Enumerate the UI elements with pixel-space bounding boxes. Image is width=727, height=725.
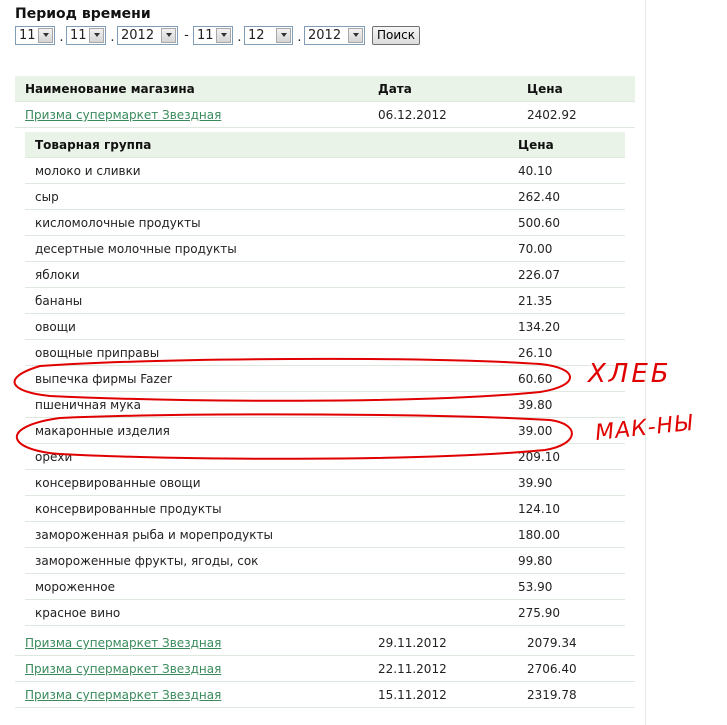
item-group: овощи — [35, 320, 76, 334]
receipt-total: 2319.78 — [527, 688, 577, 702]
chevron-down-icon[interactable] — [216, 27, 231, 43]
item-price: 39.90 — [518, 476, 553, 490]
from-day-select[interactable]: 11 — [15, 25, 55, 45]
receipt-details-table: Товарная группа Цена молоко и сливки 40.1… — [25, 132, 625, 626]
item-price: 21.35 — [518, 294, 553, 308]
shops-table-header: Наименование магазина Дата Цена — [15, 76, 635, 102]
table-row: Призма супермаркет Звездная 22.11.2012 2… — [15, 656, 635, 682]
item-group: орехи — [35, 450, 73, 464]
list-item: орехи 209.10 — [25, 444, 625, 470]
list-item: замороженная рыба и морепродукты 180.00 — [25, 522, 625, 548]
list-item: консервированные продукты 124.10 — [25, 496, 625, 522]
item-price: 124.10 — [518, 502, 560, 516]
list-item: замороженные фрукты, ягоды, сок 99.80 — [25, 548, 625, 574]
item-price: 40.10 — [518, 164, 553, 178]
item-price: 180.00 — [518, 528, 560, 542]
list-item: консервированные овощи 39.90 — [25, 470, 625, 496]
item-group: консервированные продукты — [35, 502, 222, 516]
chevron-down-icon[interactable] — [38, 27, 53, 43]
item-group: мороженное — [35, 580, 115, 594]
column-header-price: Цена — [527, 82, 563, 96]
chevron-down-icon[interactable] — [89, 27, 104, 43]
search-button[interactable]: Поиск — [372, 25, 421, 45]
item-price: 275.90 — [518, 606, 560, 620]
shop-link[interactable]: Призма супермаркет Звездная — [25, 688, 221, 702]
receipt-total: 2706.40 — [527, 662, 577, 676]
from-year-select[interactable]: 2012 — [117, 25, 178, 45]
item-group: красное вино — [35, 606, 121, 620]
list-item: бананы 21.35 — [25, 288, 625, 314]
table-row: Призма супермаркет Звездная 15.11.2012 2… — [15, 682, 635, 708]
receipt-total: 2079.34 — [527, 636, 577, 650]
item-group: овощные приправы — [35, 346, 160, 360]
shop-link[interactable]: Призма супермаркет Звездная — [25, 108, 221, 122]
item-group: макаронные изделия — [35, 424, 170, 438]
content-border — [645, 0, 646, 725]
item-group: яблоки — [35, 268, 80, 282]
shop-link[interactable]: Призма супермаркет Звездная — [25, 662, 221, 676]
item-price: 226.07 — [518, 268, 560, 282]
chevron-down-icon[interactable] — [161, 27, 176, 43]
item-group: замороженные фрукты, ягоды, сок — [35, 554, 259, 568]
list-item: выпечка фирмы Fazer 60.60 — [25, 366, 625, 392]
column-header-shop: Наименование магазина — [25, 82, 195, 96]
list-item: пшеничная мука 39.80 — [25, 392, 625, 418]
item-price: 262.40 — [518, 190, 560, 204]
to-year-select[interactable]: 2012 — [304, 25, 365, 45]
list-item: мороженное 53.90 — [25, 574, 625, 600]
table-row: Призма супермаркет Звездная 29.11.2012 2… — [15, 630, 635, 656]
column-header-item-price: Цена — [518, 138, 554, 152]
receipt-total: 2402.92 — [527, 108, 577, 122]
to-day-select[interactable]: 11 — [193, 25, 233, 45]
item-price: 209.10 — [518, 450, 560, 464]
item-price: 39.00 — [518, 424, 553, 438]
list-item: сыр 262.40 — [25, 184, 625, 210]
item-price: 500.60 — [518, 216, 560, 230]
shops-table-continued: Призма супермаркет Звездная 29.11.2012 2… — [15, 630, 635, 708]
column-header-date: Дата — [378, 82, 412, 96]
receipt-date: 06.12.2012 — [378, 108, 447, 122]
table-row: Призма супермаркет Звездная 06.12.2012 2… — [15, 102, 635, 128]
item-group: молоко и сливки — [35, 164, 141, 178]
item-price: 99.80 — [518, 554, 553, 568]
item-group: консервированные овощи — [35, 476, 201, 490]
date-filter: 11 . 11 . 2012 - 11 . 12 . 2012 Поиск — [15, 25, 421, 45]
list-item: кисломолочные продукты 500.60 — [25, 210, 625, 236]
period-title: Период времени — [15, 6, 151, 22]
item-group: десертные молочные продукты — [35, 242, 237, 256]
list-item: овощные приправы 26.10 — [25, 340, 625, 366]
chevron-down-icon[interactable] — [348, 27, 363, 43]
list-item: яблоки 226.07 — [25, 262, 625, 288]
chevron-down-icon[interactable] — [276, 27, 291, 43]
item-group: бананы — [35, 294, 83, 308]
list-item: овощи 134.20 — [25, 314, 625, 340]
to-month-select[interactable]: 12 — [244, 25, 293, 45]
item-price: 134.20 — [518, 320, 560, 334]
shops-table: Наименование магазина Дата Цена Призма с… — [15, 76, 635, 128]
item-group: замороженная рыба и морепродукты — [35, 528, 273, 542]
list-item: макаронные изделия 39.00 — [25, 418, 625, 444]
shop-link[interactable]: Призма супермаркет Звездная — [25, 636, 221, 650]
list-item: красное вино 275.90 — [25, 600, 625, 626]
item-group: выпечка фирмы Fazer — [35, 372, 173, 386]
item-price: 53.90 — [518, 580, 553, 594]
receipt-date: 29.11.2012 — [378, 636, 447, 650]
item-group: кисломолочные продукты — [35, 216, 201, 230]
list-item: десертные молочные продукты 70.00 — [25, 236, 625, 262]
item-price: 26.10 — [518, 346, 553, 360]
item-price: 60.60 — [518, 372, 553, 386]
items-table-header: Товарная группа Цена — [25, 132, 625, 158]
receipt-date: 22.11.2012 — [378, 662, 447, 676]
receipt-date: 15.11.2012 — [378, 688, 447, 702]
item-price: 39.80 — [518, 398, 553, 412]
list-item: молоко и сливки 40.10 — [25, 158, 625, 184]
column-header-group: Товарная группа — [35, 138, 152, 152]
from-month-select[interactable]: 11 — [66, 25, 106, 45]
item-price: 70.00 — [518, 242, 553, 256]
item-group: пшеничная мука — [35, 398, 141, 412]
item-group: сыр — [35, 190, 59, 204]
